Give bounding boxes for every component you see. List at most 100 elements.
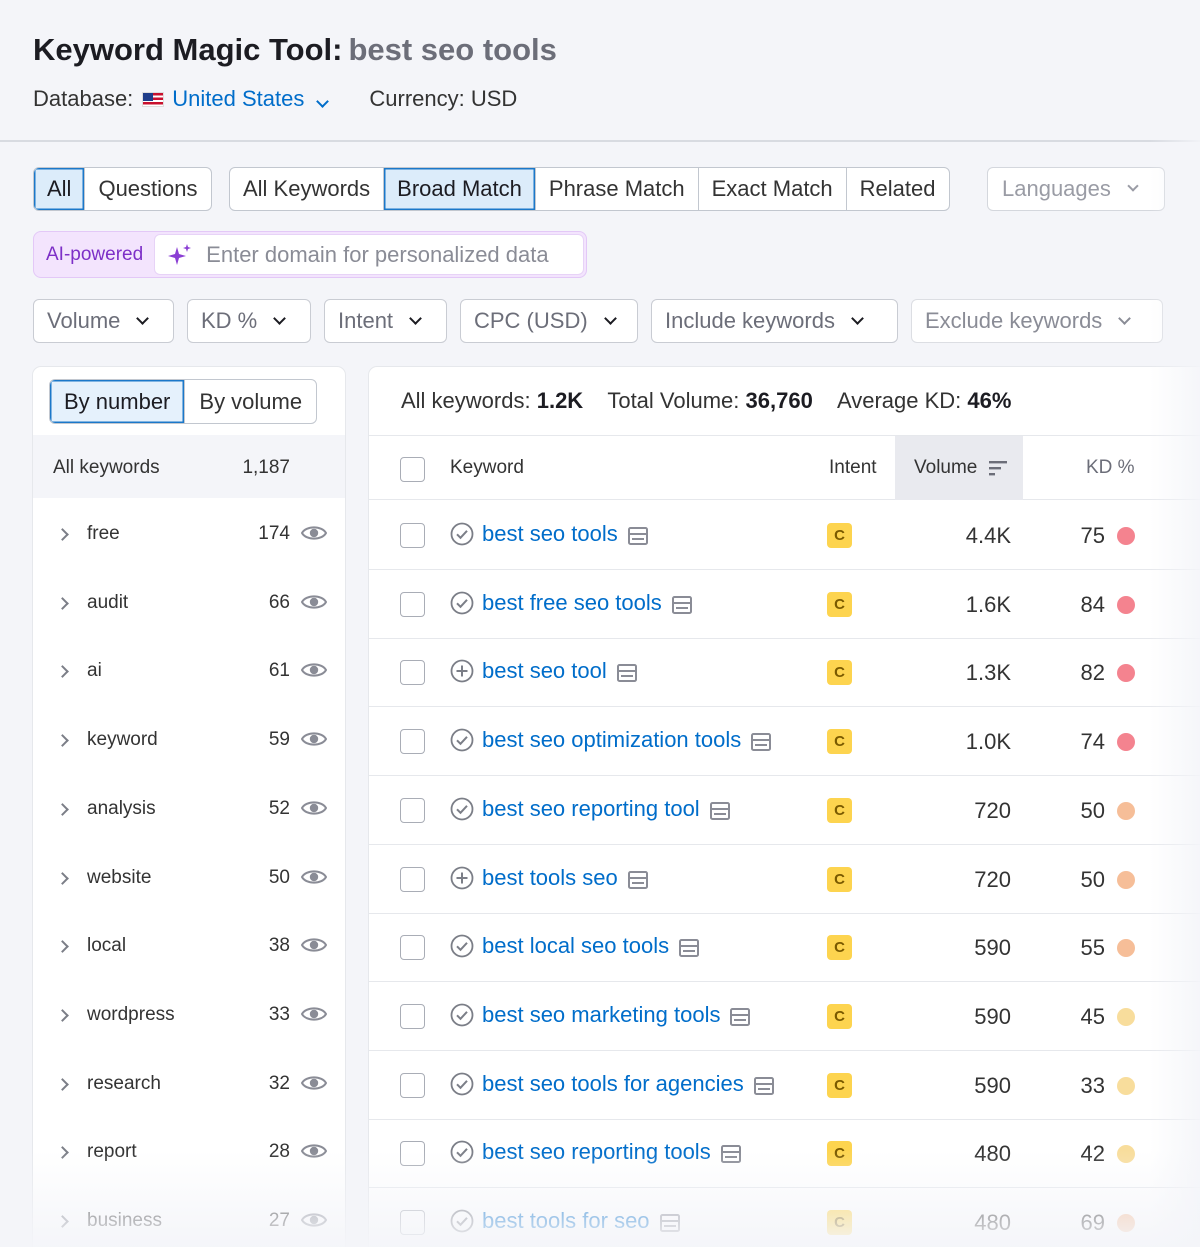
eye-icon[interactable] — [300, 1141, 328, 1161]
by-volume-toggle[interactable]: By volume — [185, 380, 316, 423]
keyword-link[interactable]: best seo tool — [482, 658, 607, 684]
table-row: best free seo tools C 1.6K 84 — [369, 570, 1200, 639]
volume-filter[interactable]: Volume — [33, 299, 174, 343]
keyword-link[interactable]: best tools for seo — [482, 1208, 650, 1234]
tab-all[interactable]: All — [34, 168, 86, 210]
languages-dropdown[interactable]: Languages — [987, 167, 1165, 211]
keyword-group-item[interactable]: wordpress 33 — [33, 979, 345, 1048]
eye-icon[interactable] — [300, 592, 328, 612]
keyword-link[interactable]: best seo reporting tools — [482, 1139, 711, 1165]
row-checkbox[interactable] — [400, 729, 425, 755]
serp-icon[interactable] — [720, 1143, 741, 1164]
tab-broad-match[interactable]: Broad Match — [384, 168, 536, 210]
keyword-cell: best free seo tools — [450, 590, 692, 616]
keyword-group-item[interactable]: report 28 — [33, 1116, 345, 1185]
sort-descending-icon[interactable] — [989, 460, 1007, 476]
ai-personalization-box: AI-powered Enter domain for personalized… — [33, 231, 587, 278]
database-selector[interactable]: United States — [172, 86, 330, 112]
row-checkbox[interactable] — [400, 523, 425, 548]
chevron-right-icon[interactable] — [56, 1215, 69, 1228]
keyword-group-item[interactable]: free 174 — [33, 498, 345, 567]
keyword-group-item[interactable]: research 32 — [33, 1048, 345, 1117]
kd-filter[interactable]: KD % — [187, 299, 311, 343]
tab-phrase-match[interactable]: Phrase Match — [536, 168, 699, 210]
chevron-right-icon[interactable] — [56, 871, 69, 885]
chevron-right-icon[interactable] — [56, 665, 69, 679]
serp-icon[interactable] — [616, 662, 637, 683]
row-checkbox[interactable] — [400, 866, 425, 892]
include-keywords-filter[interactable]: Include keywords — [651, 299, 898, 343]
exclude-keywords-filter[interactable]: Exclude keywords — [911, 299, 1163, 343]
keyword-group-item[interactable]: local 38 — [33, 910, 345, 979]
cpc-filter[interactable]: CPC (USD) — [460, 299, 638, 343]
intent-column-header[interactable]: Intent — [829, 457, 877, 479]
database-row: Database: United States Currency: USD — [33, 86, 517, 112]
keyword-group-item[interactable]: website 50 — [33, 842, 345, 911]
eye-icon[interactable] — [300, 867, 328, 887]
select-all-checkbox[interactable] — [400, 457, 425, 482]
row-checkbox[interactable] — [400, 1072, 425, 1098]
row-checkbox[interactable] — [400, 797, 425, 823]
chevron-right-icon[interactable] — [56, 734, 69, 747]
kd-column-header[interactable]: KD % — [1086, 457, 1135, 479]
chevron-right-icon[interactable] — [56, 1146, 69, 1160]
eye-icon[interactable] — [300, 523, 328, 543]
row-checkbox[interactable] — [400, 935, 425, 961]
eye-icon[interactable] — [300, 1073, 328, 1093]
eye-icon[interactable] — [300, 1004, 328, 1024]
eye-icon[interactable] — [300, 729, 328, 749]
serp-icon[interactable] — [627, 869, 648, 889]
row-checkbox[interactable] — [400, 1141, 425, 1167]
all-keywords-group[interactable]: All keywords 1,187 — [33, 435, 345, 498]
tab-all-keywords[interactable]: All Keywords — [230, 168, 385, 210]
serp-icon[interactable] — [709, 800, 730, 820]
keyword-link[interactable]: best seo marketing tools — [482, 1002, 720, 1028]
eye-icon[interactable] — [300, 798, 328, 818]
tab-related[interactable]: Related — [847, 168, 949, 210]
keyword-group-item[interactable]: keyword 59 — [33, 704, 345, 773]
chevron-right-icon[interactable] — [56, 528, 69, 541]
by-number-toggle[interactable]: By number — [50, 380, 186, 423]
chevron-right-icon[interactable] — [56, 1009, 69, 1022]
chevron-right-icon[interactable] — [56, 596, 69, 610]
keyword-group-item[interactable]: analysis 52 — [33, 773, 345, 842]
serp-icon[interactable] — [679, 937, 700, 958]
keyword-link[interactable]: best seo tools for agencies — [482, 1071, 744, 1097]
domain-input[interactable]: Enter domain for personalized data — [154, 234, 584, 275]
row-checkbox[interactable] — [400, 660, 425, 686]
row-checkbox[interactable] — [400, 1210, 425, 1235]
intent-badge: C — [827, 1210, 852, 1235]
serp-icon[interactable] — [627, 525, 648, 545]
chevron-right-icon[interactable] — [56, 940, 69, 954]
keyword-group-item[interactable]: business 27 — [33, 1185, 345, 1247]
eye-icon[interactable] — [300, 660, 328, 680]
eye-icon[interactable] — [300, 935, 328, 955]
keyword-link[interactable]: best tools seo — [482, 865, 618, 891]
kd-difficulty-dot — [1117, 595, 1135, 614]
tab-exact-match[interactable]: Exact Match — [699, 168, 847, 210]
serp-icon[interactable] — [671, 594, 692, 614]
serp-icon[interactable] — [730, 1006, 751, 1026]
chevron-down-icon — [136, 311, 150, 325]
row-checkbox[interactable] — [400, 591, 425, 617]
serp-icon[interactable] — [753, 1075, 774, 1095]
total-volume-label: Total Volume: — [607, 388, 740, 413]
volume-column-header[interactable]: Volume — [914, 457, 977, 479]
keyword-group-item[interactable]: audit 66 — [33, 567, 345, 636]
chevron-right-icon[interactable] — [56, 1077, 69, 1091]
keyword-group-item[interactable]: ai 61 — [33, 635, 345, 704]
intent-filter[interactable]: Intent — [324, 299, 447, 343]
keyword-link[interactable]: best local seo tools — [482, 933, 669, 959]
keyword-column-header[interactable]: Keyword — [450, 457, 524, 479]
serp-icon[interactable] — [751, 731, 772, 752]
tab-questions[interactable]: Questions — [85, 168, 210, 210]
serp-icon[interactable] — [659, 1212, 680, 1232]
keyword-link[interactable]: best seo reporting tool — [482, 796, 700, 822]
table-row: best seo reporting tool C 720 50 — [369, 776, 1200, 845]
keyword-link[interactable]: best seo optimization tools — [482, 727, 741, 753]
keyword-link[interactable]: best seo tools — [482, 521, 618, 547]
keyword-link[interactable]: best free seo tools — [482, 590, 662, 616]
chevron-right-icon[interactable] — [56, 802, 69, 816]
row-checkbox[interactable] — [400, 1003, 425, 1029]
eye-icon[interactable] — [300, 1210, 328, 1230]
